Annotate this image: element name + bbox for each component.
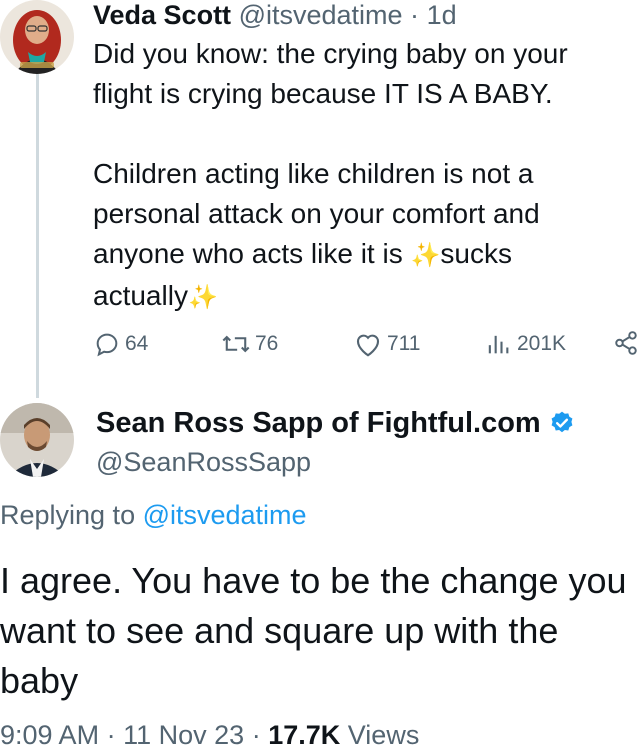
like-button[interactable]: 711 <box>353 330 420 358</box>
separator: · <box>251 720 261 747</box>
verified-badge-icon <box>551 411 573 433</box>
retweet-button[interactable]: 76 <box>221 330 278 358</box>
display-name[interactable]: Sean Ross Sapp of Fightful.com <box>96 404 541 442</box>
replying-prefix: Replying to <box>0 500 143 530</box>
tweet-text-line: anyone who acts like it is ✨sucks <box>93 234 633 276</box>
retweet-icon <box>222 335 250 353</box>
reply-count: 64 <box>125 332 149 355</box>
timestamp[interactable]: 1d <box>427 0 457 30</box>
share-button[interactable] <box>613 330 639 356</box>
reply-text: I agree. You have to be the change you w… <box>0 560 627 701</box>
display-name-row: Sean Ross Sapp of Fightful.com <box>96 404 575 442</box>
avatar-sean-image <box>0 403 74 477</box>
tweet-text-fragment: sucks <box>440 238 512 269</box>
display-name[interactable]: Veda Scott <box>93 0 231 30</box>
tweet-text-fragment: actually <box>93 280 188 311</box>
tweet-footer: 9:09 AM · 11 Nov 23 · 17.7K Views <box>0 718 419 747</box>
post-date[interactable]: 11 Nov 23 <box>123 720 244 747</box>
avatar[interactable] <box>0 403 74 477</box>
replying-to: Replying to @itsvedatime <box>0 500 307 531</box>
sparkles-emoji: ✨ <box>187 284 218 311</box>
handle[interactable]: @itsvedatime <box>239 0 403 30</box>
separator: · <box>410 0 420 30</box>
tweet-text-line: Did you know: the crying baby on your <box>93 38 568 69</box>
like-count: 711 <box>387 332 421 355</box>
tweet-text-line: personal attack on your comfort and <box>93 198 540 229</box>
sparkles-emoji: ✨ <box>410 242 441 269</box>
tweet-text: Did you know: the crying baby on your fl… <box>93 34 633 318</box>
tweet-text-line: Children acting like children is not a <box>93 158 534 189</box>
heart-icon <box>356 334 380 357</box>
thread-line <box>36 74 39 398</box>
views-count: 201K <box>517 332 567 355</box>
views-label: Views <box>347 720 420 747</box>
views-icon <box>488 335 509 354</box>
handle[interactable]: @SeanRossSapp <box>96 444 575 480</box>
share-icon <box>615 331 637 355</box>
views-button[interactable]: 201K <box>483 330 566 358</box>
views-count: 17.7K <box>268 720 341 747</box>
retweet-count: 76 <box>255 332 279 355</box>
avatar[interactable] <box>0 0 74 74</box>
tweet-header: Veda Scott @itsvedatime · 1d <box>93 0 457 32</box>
tweet-header: Sean Ross Sapp of Fightful.com @SeanRoss… <box>96 404 575 480</box>
reply-icon <box>96 333 118 357</box>
avatar-veda-image <box>0 0 74 74</box>
action-bar: 64 76 711 201K <box>93 330 640 366</box>
tweet-text-line: actually✨ <box>93 276 633 318</box>
tweet-text-line: flight is crying because IT IS A BABY. <box>93 78 553 109</box>
tweet-text-fragment: anyone who acts like it is <box>93 238 411 269</box>
post-time[interactable]: 9:09 AM <box>0 720 99 747</box>
replying-mention-link[interactable]: @itsvedatime <box>143 500 307 530</box>
reply-button[interactable]: 64 <box>93 330 148 358</box>
separator: · <box>106 720 116 747</box>
